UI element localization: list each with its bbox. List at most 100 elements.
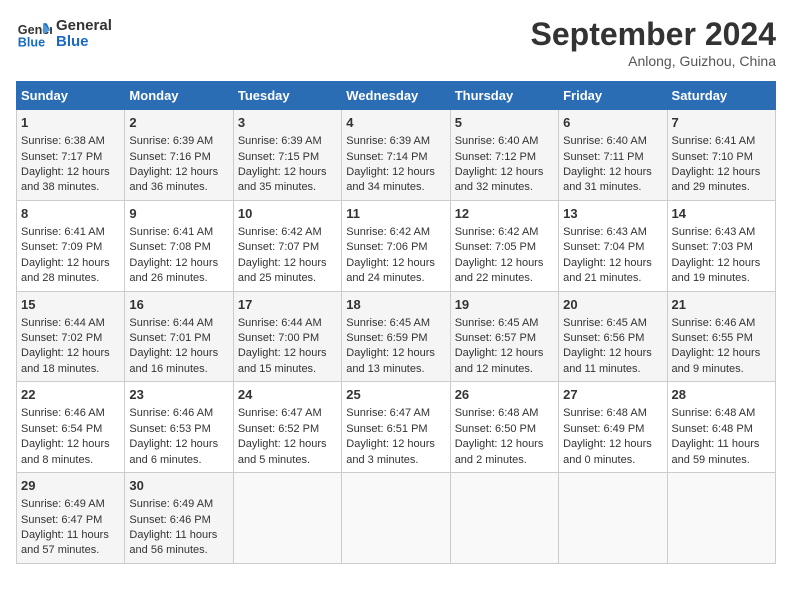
calendar-week-3: 22Sunrise: 6:46 AMSunset: 6:54 PMDayligh…	[17, 382, 776, 473]
day-info: and 25 minutes.	[238, 271, 337, 286]
calendar-cell	[233, 473, 341, 564]
day-info: and 32 minutes.	[455, 180, 554, 195]
day-info: Daylight: 12 hours	[238, 437, 337, 452]
logo: General Blue General Blue	[16, 16, 112, 52]
calendar-week-2: 15Sunrise: 6:44 AMSunset: 7:02 PMDayligh…	[17, 291, 776, 382]
day-info: Sunset: 7:17 PM	[21, 150, 120, 165]
day-info: and 21 minutes.	[563, 271, 662, 286]
day-info: Sunset: 6:54 PM	[21, 422, 120, 437]
day-info: Sunrise: 6:44 AM	[238, 316, 337, 331]
day-info: Daylight: 11 hours	[672, 437, 771, 452]
day-number: 4	[346, 114, 445, 132]
day-info: Sunrise: 6:49 AM	[21, 497, 120, 512]
calendar-cell: 26Sunrise: 6:48 AMSunset: 6:50 PMDayligh…	[450, 382, 558, 473]
day-info: and 15 minutes.	[238, 362, 337, 377]
day-info: Sunset: 7:07 PM	[238, 240, 337, 255]
day-info: Daylight: 12 hours	[563, 346, 662, 361]
day-info: Sunrise: 6:43 AM	[672, 225, 771, 240]
day-info: Sunrise: 6:47 AM	[238, 406, 337, 421]
calendar-cell: 29Sunrise: 6:49 AMSunset: 6:47 PMDayligh…	[17, 473, 125, 564]
day-number: 29	[21, 477, 120, 495]
day-info: Sunrise: 6:48 AM	[563, 406, 662, 421]
day-info: Daylight: 12 hours	[21, 165, 120, 180]
day-info: Sunrise: 6:38 AM	[21, 134, 120, 149]
day-info: and 22 minutes.	[455, 271, 554, 286]
day-info: Daylight: 12 hours	[21, 346, 120, 361]
day-number: 5	[455, 114, 554, 132]
day-info: Sunrise: 6:44 AM	[129, 316, 228, 331]
day-info: and 36 minutes.	[129, 180, 228, 195]
day-number: 26	[455, 386, 554, 404]
day-info: Daylight: 12 hours	[346, 165, 445, 180]
day-info: Sunset: 6:53 PM	[129, 422, 228, 437]
day-info: Sunrise: 6:41 AM	[21, 225, 120, 240]
day-number: 19	[455, 296, 554, 314]
day-info: Daylight: 12 hours	[238, 165, 337, 180]
day-number: 27	[563, 386, 662, 404]
col-monday: Monday	[125, 82, 233, 110]
day-info: Sunset: 6:49 PM	[563, 422, 662, 437]
day-number: 18	[346, 296, 445, 314]
day-info: Daylight: 12 hours	[238, 346, 337, 361]
day-info: Daylight: 12 hours	[346, 346, 445, 361]
calendar-cell: 20Sunrise: 6:45 AMSunset: 6:56 PMDayligh…	[559, 291, 667, 382]
day-info: Sunrise: 6:48 AM	[672, 406, 771, 421]
day-number: 6	[563, 114, 662, 132]
calendar-cell: 21Sunrise: 6:46 AMSunset: 6:55 PMDayligh…	[667, 291, 775, 382]
day-number: 8	[21, 205, 120, 223]
day-info: Sunset: 7:11 PM	[563, 150, 662, 165]
day-info: Sunrise: 6:46 AM	[21, 406, 120, 421]
calendar-cell: 30Sunrise: 6:49 AMSunset: 6:46 PMDayligh…	[125, 473, 233, 564]
calendar-cell: 5Sunrise: 6:40 AMSunset: 7:12 PMDaylight…	[450, 110, 558, 201]
day-number: 24	[238, 386, 337, 404]
day-info: Sunset: 6:57 PM	[455, 331, 554, 346]
day-info: Daylight: 12 hours	[455, 165, 554, 180]
day-info: and 13 minutes.	[346, 362, 445, 377]
day-info: Sunset: 7:16 PM	[129, 150, 228, 165]
calendar-cell	[667, 473, 775, 564]
day-number: 28	[672, 386, 771, 404]
calendar-cell: 28Sunrise: 6:48 AMSunset: 6:48 PMDayligh…	[667, 382, 775, 473]
logo-text-blue: Blue	[56, 34, 112, 51]
day-info: and 24 minutes.	[346, 271, 445, 286]
title-block: September 2024 Anlong, Guizhou, China	[531, 16, 776, 69]
day-info: Sunrise: 6:41 AM	[129, 225, 228, 240]
page-header: General Blue General Blue September 2024…	[16, 16, 776, 69]
day-info: Sunset: 7:03 PM	[672, 240, 771, 255]
col-saturday: Saturday	[667, 82, 775, 110]
day-info: and 11 minutes.	[563, 362, 662, 377]
day-number: 17	[238, 296, 337, 314]
day-info: Daylight: 12 hours	[455, 346, 554, 361]
calendar-cell: 19 Sunrise: 6:45 AMSunset: 6:57 PMDayligh…	[450, 291, 558, 382]
col-friday: Friday	[559, 82, 667, 110]
col-tuesday: Tuesday	[233, 82, 341, 110]
day-info: Daylight: 12 hours	[455, 256, 554, 271]
day-info: Sunset: 6:47 PM	[21, 513, 120, 528]
calendar-cell: 17Sunrise: 6:44 AMSunset: 7:00 PMDayligh…	[233, 291, 341, 382]
calendar-cell	[450, 473, 558, 564]
day-info: Sunset: 6:59 PM	[346, 331, 445, 346]
calendar-cell: 15Sunrise: 6:44 AMSunset: 7:02 PMDayligh…	[17, 291, 125, 382]
day-info: and 38 minutes.	[21, 180, 120, 195]
day-info: Daylight: 12 hours	[672, 256, 771, 271]
day-info: Daylight: 12 hours	[129, 437, 228, 452]
day-info: Sunrise: 6:42 AM	[455, 225, 554, 240]
day-number: 21	[672, 296, 771, 314]
calendar-cell: 8Sunrise: 6:41 AMSunset: 7:09 PMDaylight…	[17, 200, 125, 291]
day-info: and 18 minutes.	[21, 362, 120, 377]
calendar-cell: 7Sunrise: 6:41 AMSunset: 7:10 PMDaylight…	[667, 110, 775, 201]
day-info: Daylight: 12 hours	[672, 346, 771, 361]
day-info: Sunrise: 6:39 AM	[238, 134, 337, 149]
day-info: Sunset: 7:02 PM	[21, 331, 120, 346]
calendar-cell: 11Sunrise: 6:42 AMSunset: 7:06 PMDayligh…	[342, 200, 450, 291]
day-info: Sunrise: 6:45 AM	[455, 316, 554, 331]
calendar-cell: 25Sunrise: 6:47 AMSunset: 6:51 PMDayligh…	[342, 382, 450, 473]
day-info: and 34 minutes.	[346, 180, 445, 195]
day-number: 10	[238, 205, 337, 223]
day-info: and 16 minutes.	[129, 362, 228, 377]
day-info: Sunset: 7:12 PM	[455, 150, 554, 165]
day-info: Daylight: 12 hours	[21, 256, 120, 271]
day-info: Sunrise: 6:40 AM	[563, 134, 662, 149]
day-info: Sunset: 7:15 PM	[238, 150, 337, 165]
day-info: Daylight: 12 hours	[129, 346, 228, 361]
